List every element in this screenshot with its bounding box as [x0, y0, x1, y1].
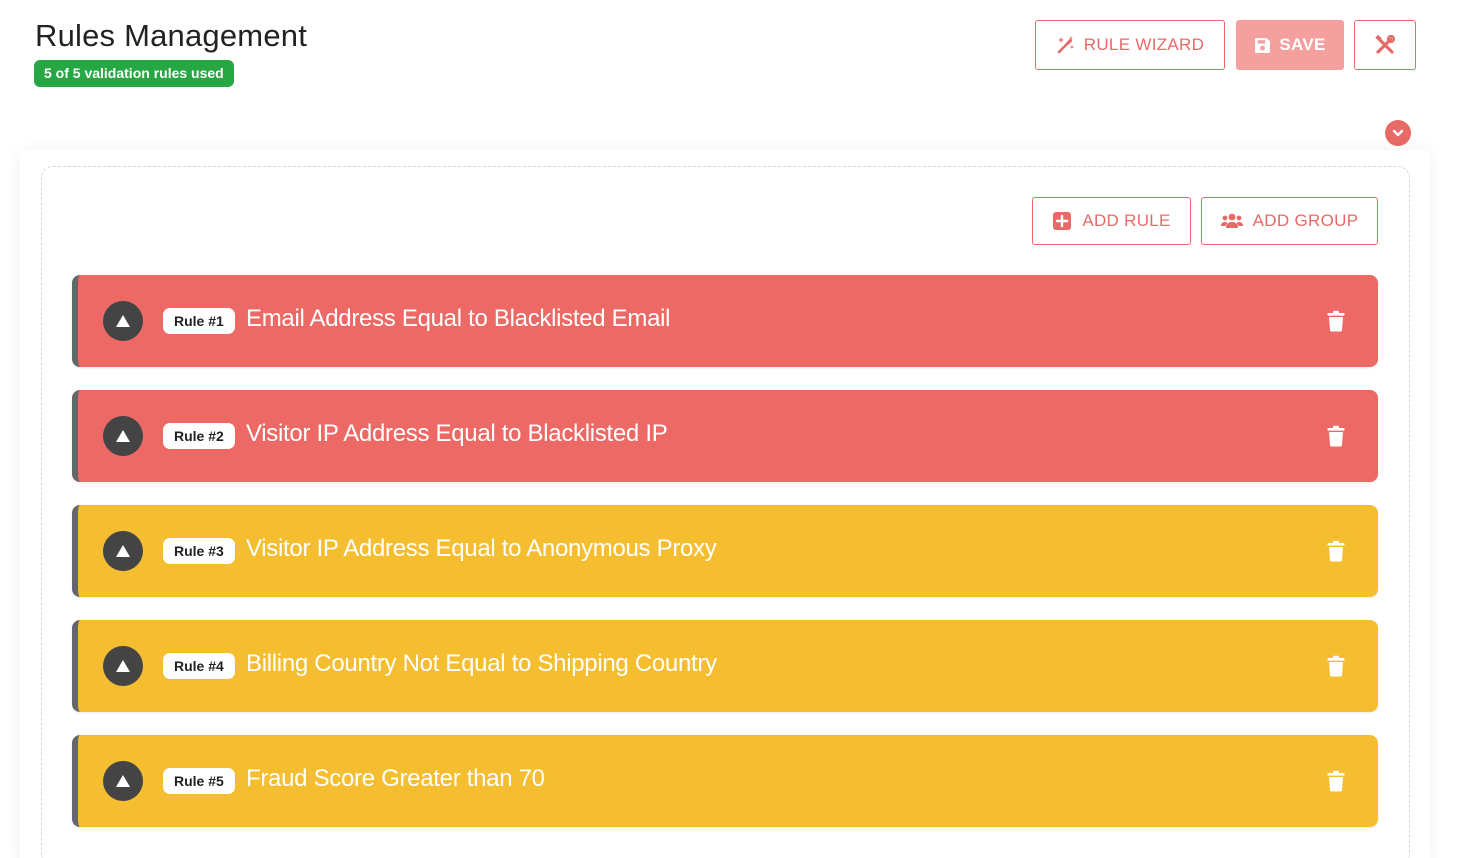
trash-icon — [1327, 770, 1345, 792]
plus-square-icon — [1053, 212, 1072, 230]
collapse-toggle[interactable] — [1385, 120, 1411, 146]
move-up-button[interactable] — [103, 416, 143, 456]
move-up-button[interactable] — [103, 301, 143, 341]
delete-rule-button[interactable] — [1323, 308, 1349, 334]
rule-number-badge: Rule #4 — [163, 653, 235, 679]
chevron-down-icon — [1392, 129, 1404, 137]
rule-row-2[interactable]: Rule #2 Visitor IP Address Equal to Blac… — [72, 390, 1378, 482]
add-group-label: ADD GROUP — [1252, 211, 1359, 230]
add-rule-label: ADD RULE — [1082, 211, 1171, 230]
rule-number-badge: Rule #2 — [163, 423, 235, 449]
magic-wand-icon — [1057, 36, 1074, 54]
usage-badge: 5 of 5 validation rules used — [34, 60, 234, 87]
move-up-button[interactable] — [103, 531, 143, 571]
rule-title[interactable]: Fraud Score Greater than 70 — [246, 765, 545, 793]
delete-rule-button[interactable] — [1323, 653, 1349, 679]
delete-rule-button[interactable] — [1323, 768, 1349, 794]
trash-icon — [1327, 425, 1345, 447]
users-icon — [1220, 213, 1243, 228]
save-label: SAVE — [1279, 35, 1326, 54]
rule-wizard-label: RULE WIZARD — [1083, 35, 1205, 54]
rule-row-5[interactable]: Rule #5 Fraud Score Greater than 70 — [72, 735, 1378, 827]
page-title: Rules Management — [35, 18, 308, 53]
add-rule-button[interactable]: ADD RULE — [1032, 197, 1191, 245]
trash-icon — [1327, 655, 1345, 677]
triangle-up-icon — [116, 315, 130, 327]
delete-rule-button[interactable] — [1323, 423, 1349, 449]
floppy-disk-icon — [1255, 37, 1271, 53]
triangle-up-icon — [116, 660, 130, 672]
triangle-up-icon — [116, 545, 130, 557]
rule-row-3[interactable]: Rule #3 Visitor IP Address Equal to Anon… — [72, 505, 1378, 597]
rule-wizard-button[interactable]: RULE WIZARD — [1035, 20, 1225, 70]
add-group-button[interactable]: ADD GROUP — [1201, 197, 1378, 245]
move-up-button[interactable] — [103, 761, 143, 801]
triangle-up-icon — [116, 430, 130, 442]
delete-rule-button[interactable] — [1323, 538, 1349, 564]
rule-title[interactable]: Email Address Equal to Blacklisted Email — [246, 305, 671, 333]
trash-icon — [1327, 310, 1345, 332]
rule-row-1[interactable]: Rule #1 Email Address Equal to Blacklist… — [72, 275, 1378, 367]
save-button[interactable]: SAVE — [1236, 20, 1344, 70]
rule-number-badge: Rule #1 — [163, 308, 235, 334]
move-up-button[interactable] — [103, 646, 143, 686]
rule-row-4[interactable]: Rule #4 Billing Country Not Equal to Shi… — [72, 620, 1378, 712]
rule-number-badge: Rule #5 — [163, 768, 235, 794]
tools-icon — [1375, 34, 1396, 54]
tools-button[interactable] — [1354, 20, 1416, 70]
trash-icon — [1327, 540, 1345, 562]
rule-title[interactable]: Billing Country Not Equal to Shipping Co… — [246, 650, 717, 678]
rule-title[interactable]: Visitor IP Address Equal to Anonymous Pr… — [246, 535, 717, 563]
rule-number-badge: Rule #3 — [163, 538, 235, 564]
triangle-up-icon — [116, 775, 130, 787]
rule-title[interactable]: Visitor IP Address Equal to Blacklisted … — [246, 420, 668, 448]
